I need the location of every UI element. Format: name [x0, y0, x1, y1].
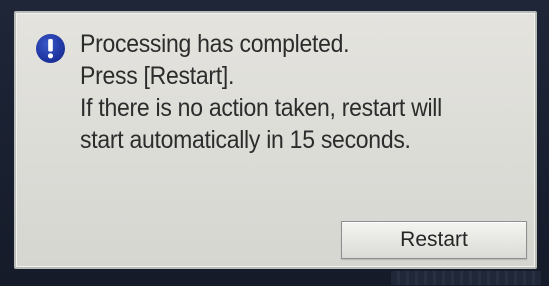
message-line-2: Press [Restart]. — [80, 62, 235, 90]
message-line-1: Processing has completed. — [80, 30, 350, 58]
message-line-3: If there is no action taken, restart wil… — [80, 94, 442, 122]
restart-button[interactable]: Restart — [341, 221, 527, 259]
message-dialog: Processing has completed. Press [Restart… — [14, 11, 537, 269]
device-screen: Processing has completed. Press [Restart… — [0, 0, 549, 286]
dialog-message: Processing has completed. Press [Restart… — [80, 28, 530, 156]
message-line-4: start automatically in 15 seconds. — [80, 126, 411, 154]
status-bar-fragment — [391, 271, 541, 285]
exclamation-icon — [36, 34, 65, 63]
